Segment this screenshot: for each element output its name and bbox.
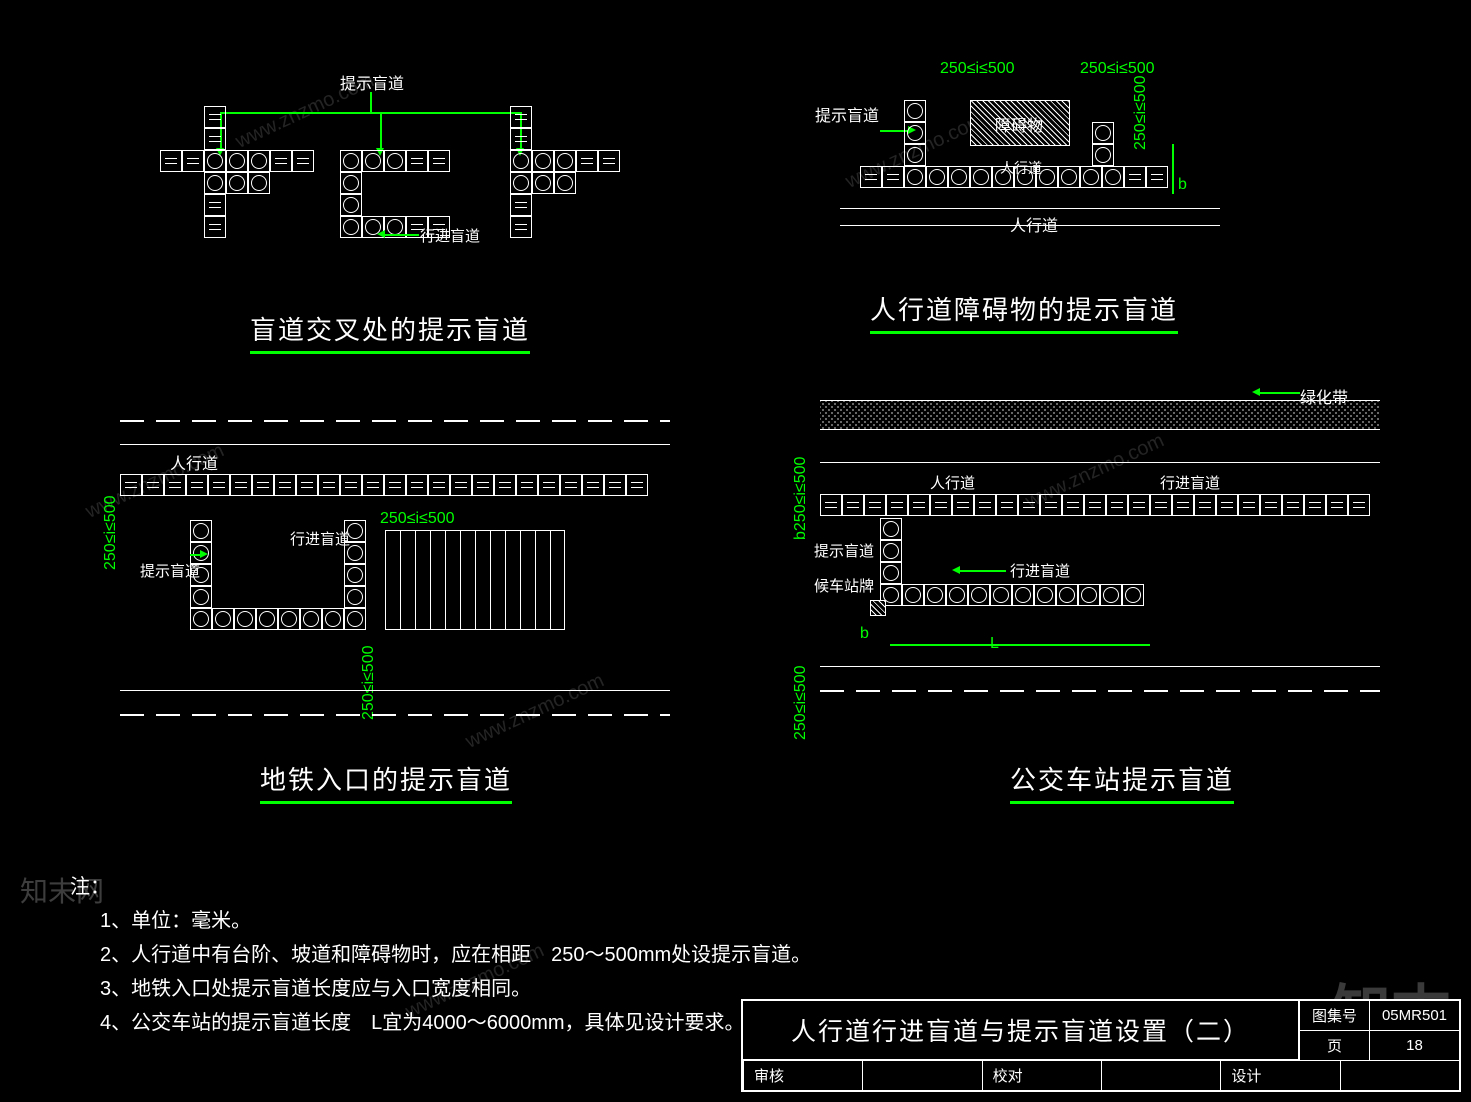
label-renxing: 人行道 bbox=[930, 472, 975, 493]
caption-obstacle: 人行道障碍物的提示盲道 bbox=[870, 290, 1178, 334]
label-renxing: 人行道 bbox=[1010, 212, 1058, 236]
dim-b3: 250≤i≤500 bbox=[1132, 75, 1150, 150]
sheet-title: 人行道行进盲道与提示盲道设置（二） bbox=[743, 1001, 1298, 1060]
fig-tee bbox=[510, 150, 620, 194]
label-tishi: 提示盲道 bbox=[814, 540, 874, 561]
caption-subway: 地铁入口的提示盲道 bbox=[260, 760, 512, 804]
caption-crossing: 盲道交叉处的提示盲道 bbox=[250, 310, 530, 354]
bus-stop-sign-icon bbox=[870, 600, 886, 616]
label-xingjin: 行进盲道 bbox=[420, 225, 480, 246]
watermark-url: www.znzmo.com bbox=[462, 669, 608, 753]
note-1: 1、单位：毫米。 bbox=[100, 904, 811, 938]
title-block: 人行道行进盲道与提示盲道设置（二） 图集号 05MR501 页 18 审核 校对… bbox=[741, 999, 1461, 1092]
green-belt bbox=[820, 400, 1380, 430]
dim-bb: b bbox=[1178, 176, 1187, 194]
label-zhangai: 障碍物 bbox=[995, 112, 1043, 136]
label-renxing: 人行道 bbox=[170, 450, 218, 474]
dim-b: b bbox=[860, 625, 869, 643]
cad-sheet: 知末网 www.znzmo.com www.znzmo.com www.znzm… bbox=[0, 0, 1471, 1102]
label-tishi: 提示盲道 bbox=[140, 560, 200, 581]
tb-sheji: 设计 bbox=[1220, 1060, 1339, 1090]
label-lvhua: 绿化带 bbox=[1300, 384, 1348, 408]
dim-ch: 250≤i≤500 bbox=[380, 510, 455, 528]
notes-heading: 注： bbox=[70, 870, 811, 904]
fig-cross bbox=[160, 150, 314, 194]
label-xingjin-top: 行进盲道 bbox=[1160, 472, 1220, 493]
label-houche: 候车站牌 bbox=[814, 575, 874, 596]
dim-dv2: 250≤i≤500 bbox=[792, 665, 810, 740]
dim-cv: 250≤i≤500 bbox=[102, 495, 120, 570]
dim-dv1: b250≤i≤500 bbox=[792, 457, 810, 540]
caption-bus: 公交车站提示盲道 bbox=[1010, 760, 1234, 804]
label-xingjin: 行进盲道 bbox=[1010, 560, 1070, 581]
note-4: 4、公交车站的提示盲道长度 L宜为4000～6000mm，具体见设计要求。 bbox=[100, 1006, 811, 1040]
label-tishi: 提示盲道 bbox=[340, 70, 404, 94]
note-3: 3、地铁入口处提示盲道长度应与入口宽度相同。 bbox=[100, 972, 811, 1006]
note-2: 2、人行道中有台阶、坡道和障碍物时，应在相距 250～500mm处设提示盲道。 bbox=[100, 938, 811, 972]
dim-b1: 250≤i≤500 bbox=[940, 60, 1015, 78]
page-label: 页 bbox=[1299, 1031, 1369, 1060]
tb-shenhe: 审核 bbox=[743, 1060, 862, 1090]
page-no: 18 bbox=[1369, 1031, 1459, 1060]
fig-bus bbox=[880, 518, 902, 584]
atlas-label: 图集号 bbox=[1299, 1001, 1369, 1030]
notes: 注： 1、单位：毫米。 2、人行道中有台阶、坡道和障碍物时，应在相距 250～5… bbox=[100, 870, 811, 1040]
atlas-no: 05MR501 bbox=[1369, 1001, 1459, 1030]
label-tishi: 提示盲道 bbox=[815, 102, 879, 126]
dim-cv2: 250≤i≤500 bbox=[360, 645, 378, 720]
label-xingjin: 行进盲道 bbox=[290, 528, 350, 549]
tb-jiaodui: 校对 bbox=[982, 1060, 1101, 1090]
